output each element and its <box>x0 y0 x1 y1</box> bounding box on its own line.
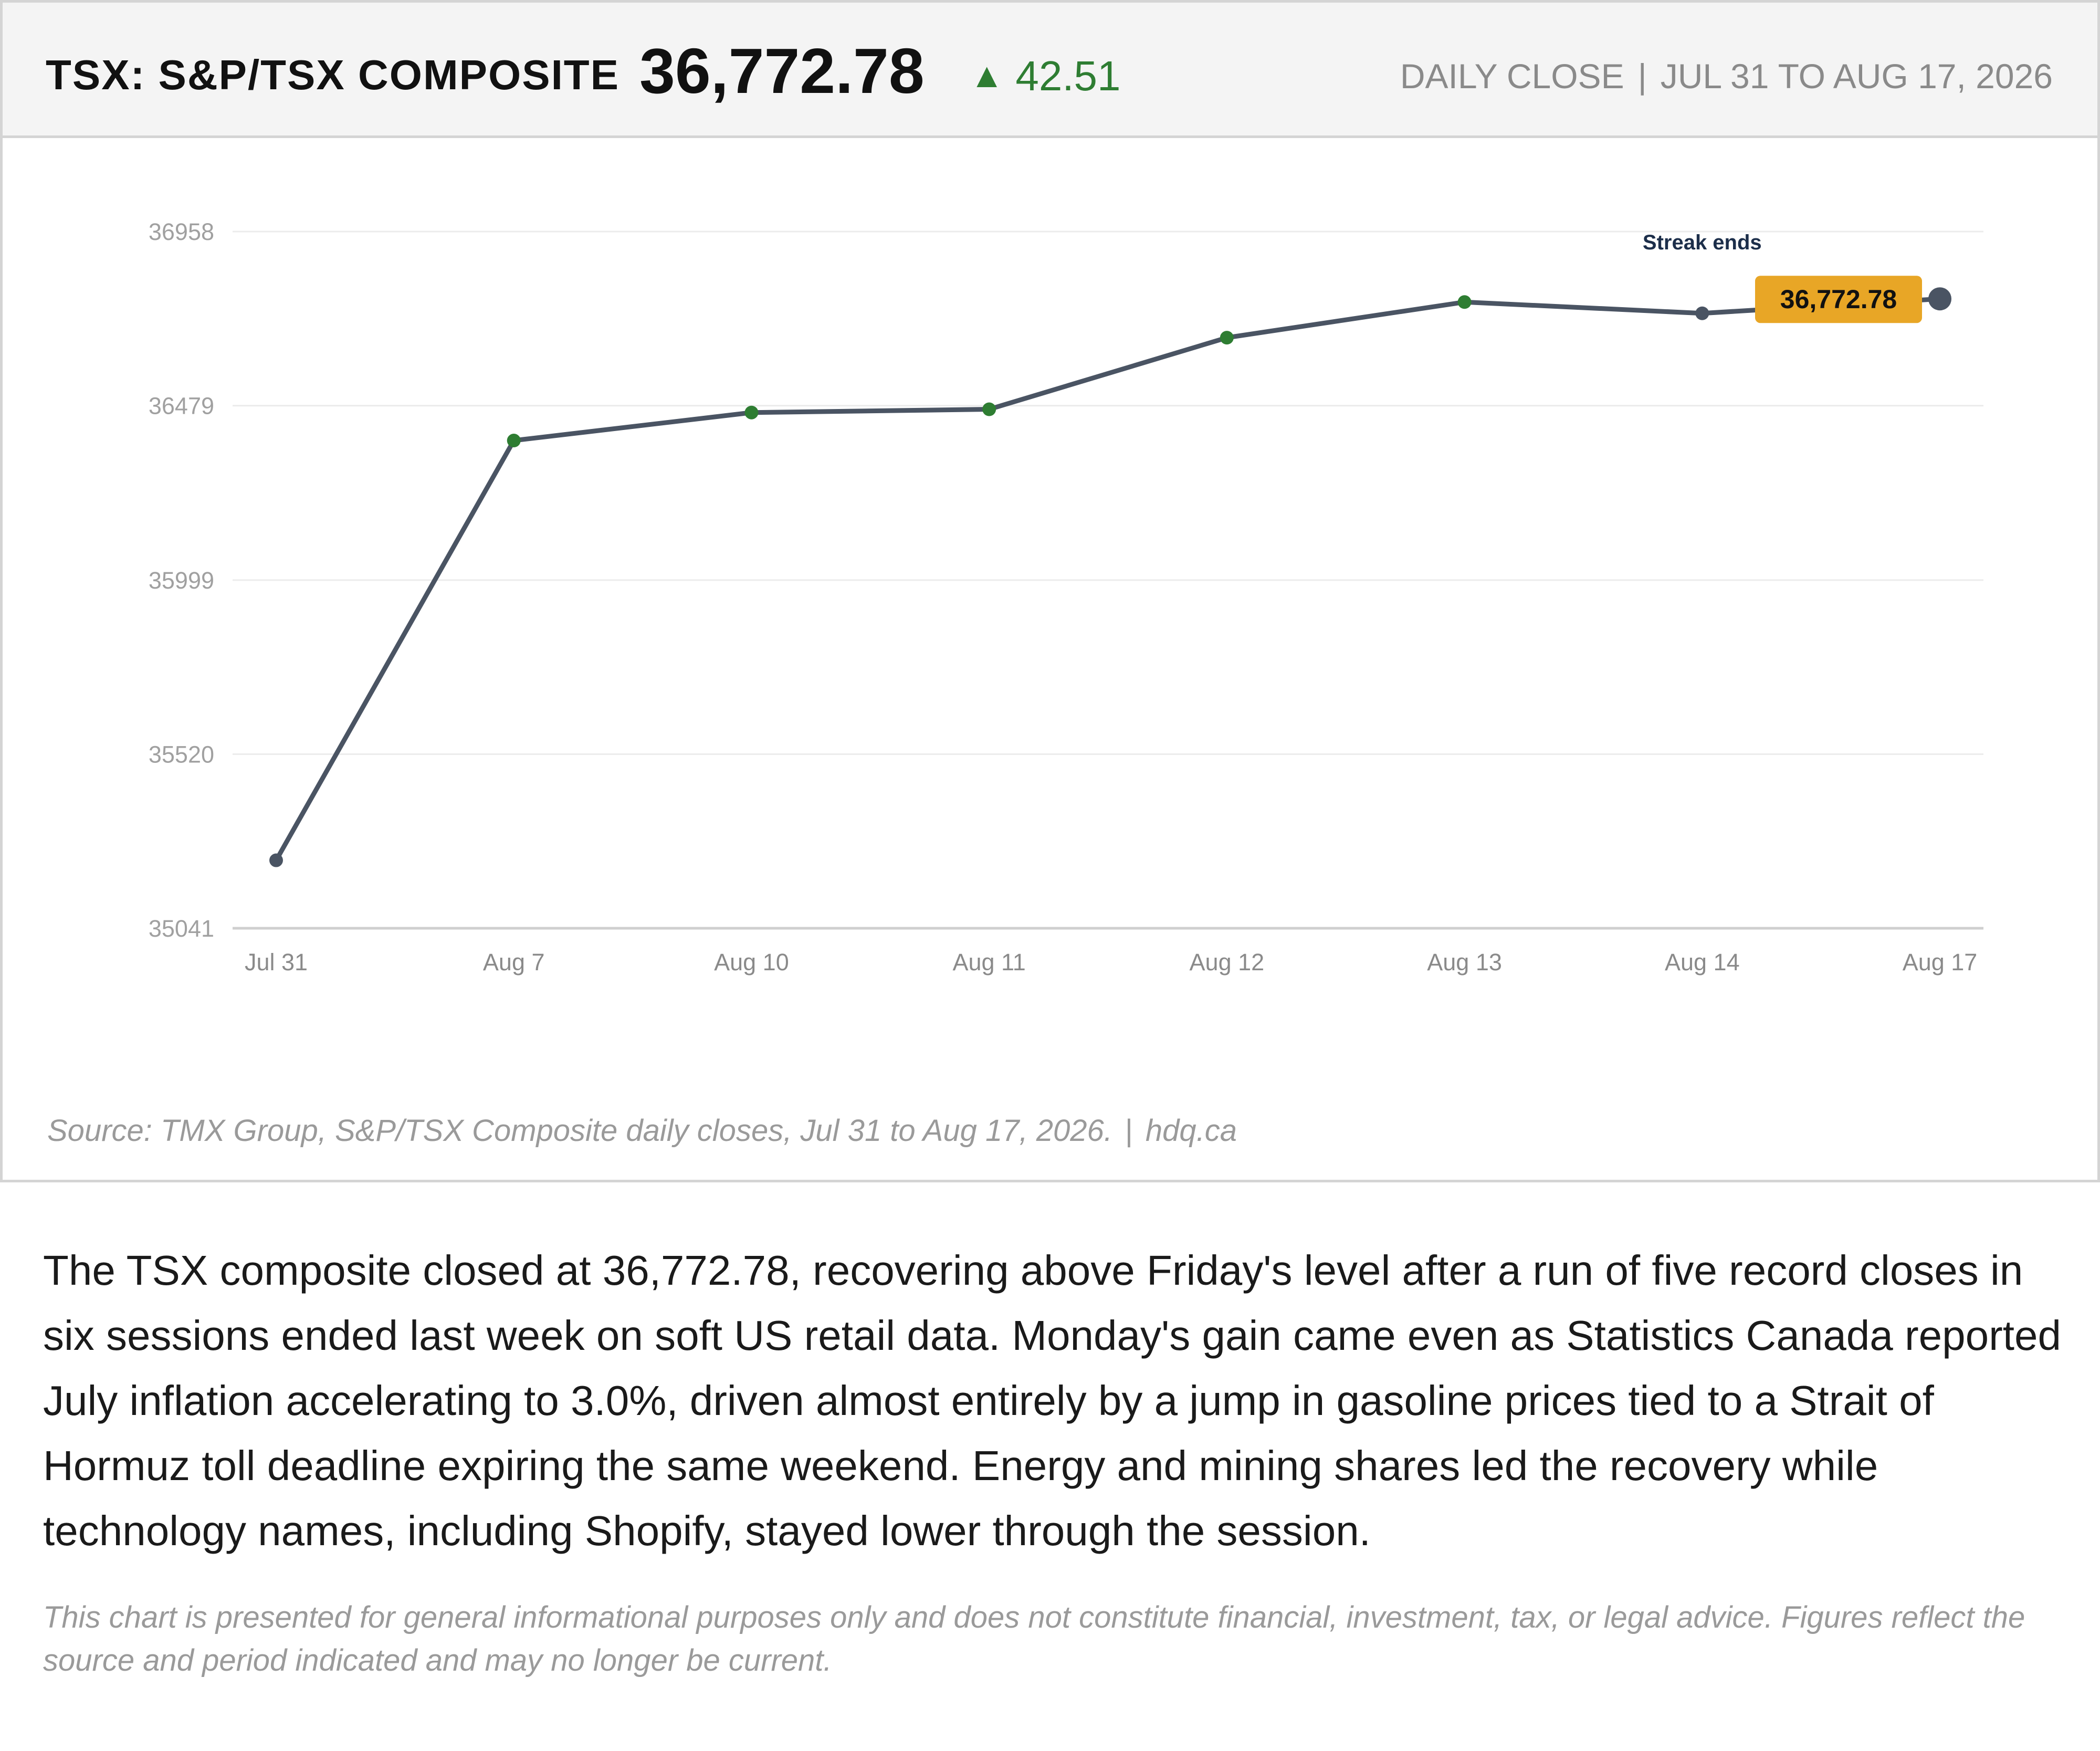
period-label: DAILY CLOSE | JUL 31 TO AUG 17, 2026 <box>1400 56 2053 96</box>
data-point <box>744 405 759 420</box>
x-tick-label: Aug 11 <box>952 949 1025 976</box>
data-point <box>1928 287 1951 311</box>
data-point <box>1220 331 1234 345</box>
x-tick-label: Aug 17 <box>1903 949 1978 976</box>
ticker-title: TSX: S&P/TSX COMPOSITE <box>46 51 620 98</box>
source-note: Source: TMX Group, S&P/TSX Composite dai… <box>47 1113 1237 1148</box>
chart-header: TSX: S&P/TSX COMPOSITE 36,772.78 ▲ 42.51 … <box>3 3 2097 138</box>
source-site: hdq.ca <box>1145 1114 1237 1148</box>
chart-card: TSX: S&P/TSX COMPOSITE 36,772.78 ▲ 42.51 … <box>0 0 2100 1182</box>
price-change-value: 42.51 <box>1015 53 1121 99</box>
x-tick-label: Aug 13 <box>1427 949 1502 976</box>
y-tick-label: 36958 <box>149 218 214 245</box>
last-value-label: 36,772.78 <box>1780 285 1897 314</box>
period-separator: | <box>1637 57 1647 96</box>
source-text: Source: TMX Group, S&P/TSX Composite dai… <box>47 1114 1112 1148</box>
data-point <box>1695 306 1709 320</box>
disclaimer: This chart is presented for general info… <box>43 1600 2025 1677</box>
up-arrow-icon: ▲ <box>970 56 1004 95</box>
x-tick-label: Aug 14 <box>1665 949 1740 976</box>
y-tick-label: 35041 <box>149 915 214 942</box>
data-point <box>1457 295 1472 309</box>
data-point <box>269 853 283 867</box>
period-type: DAILY CLOSE <box>1400 57 1624 96</box>
period-range: JUL 31 TO AUG 17, 2026 <box>1660 57 2053 96</box>
data-point <box>982 402 996 416</box>
article-body: The TSX composite closed at 36,772.78, r… <box>43 1247 2061 1554</box>
data-point <box>507 434 521 448</box>
x-tick-label: Aug 7 <box>483 949 545 976</box>
price-change: ▲ 42.51 <box>970 52 1121 100</box>
y-tick-label: 35999 <box>149 567 214 594</box>
x-tick-label: Jul 31 <box>245 949 308 976</box>
line-chart: 36958 36479 35999 35520 35041 Jul 31 Aug 7 Aug … <box>149 218 1983 976</box>
y-tick-label: 35520 <box>149 741 214 768</box>
current-price: 36,772.78 <box>639 35 925 107</box>
y-tick-label: 36479 <box>149 393 214 420</box>
x-tick-label: Aug 10 <box>714 949 789 976</box>
source-separator: | <box>1125 1114 1133 1148</box>
x-tick-label: Aug 12 <box>1190 949 1265 976</box>
streak-annotation: Streak ends <box>1643 231 1762 254</box>
